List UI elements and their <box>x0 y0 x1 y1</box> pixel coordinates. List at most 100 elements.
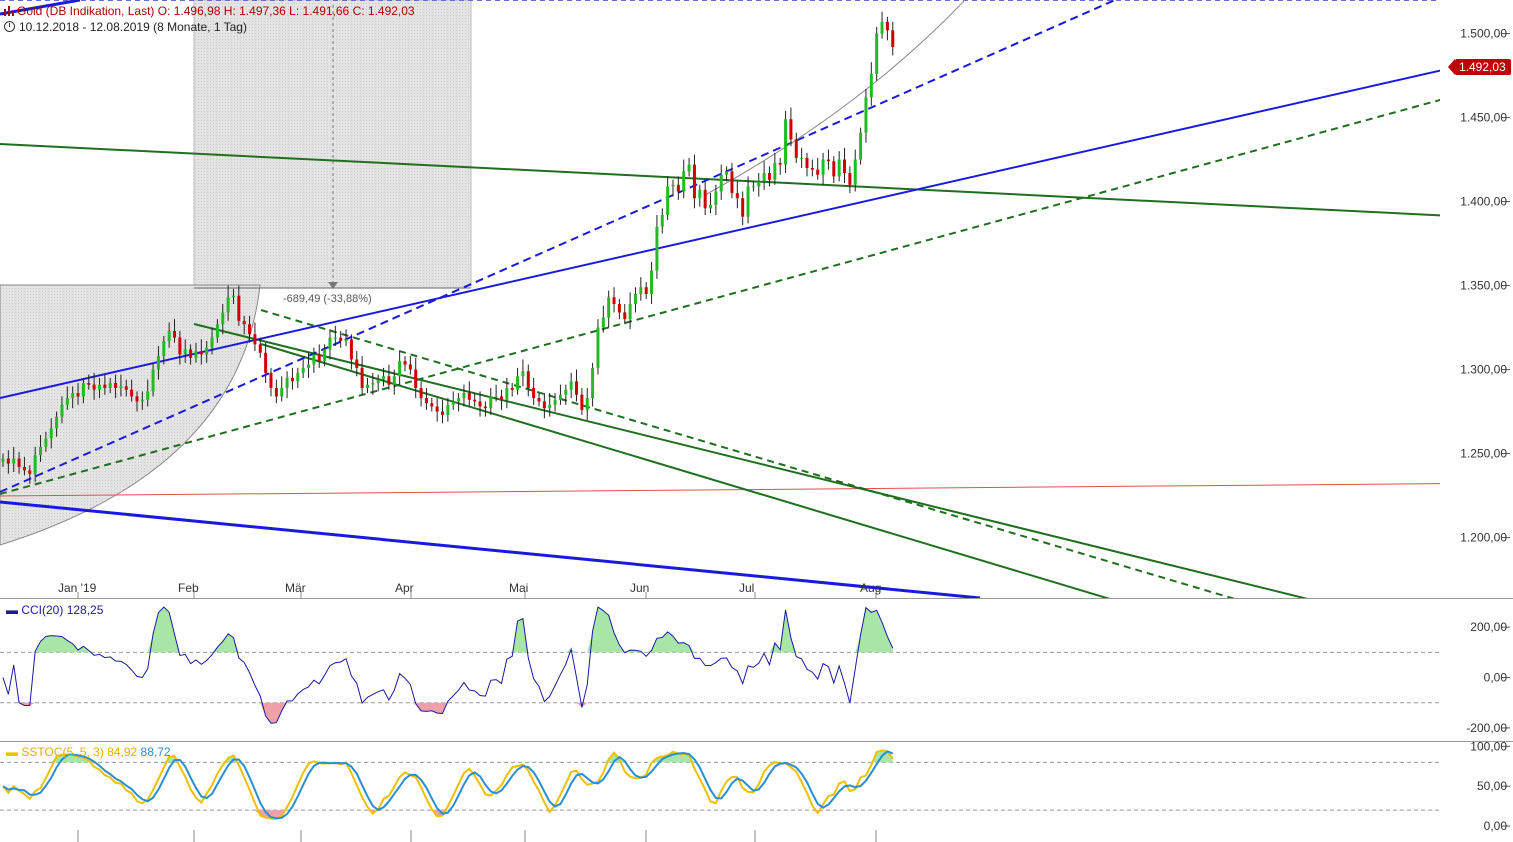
sstoc-panel <box>0 749 1440 820</box>
clock-icon <box>4 21 15 32</box>
time-tick-label: Mai <box>509 581 528 595</box>
candle-body <box>767 173 771 180</box>
sstoc-k-line <box>2 749 894 820</box>
candle-body <box>146 391 150 400</box>
candle-body <box>44 438 48 447</box>
candle-body <box>328 337 332 350</box>
candle-body <box>762 173 766 182</box>
level-red-line <box>0 483 1440 497</box>
candle-body <box>575 381 579 395</box>
candle-body <box>81 382 85 397</box>
candle-body <box>462 393 466 399</box>
candle-body <box>264 352 268 373</box>
candle-body <box>499 396 503 400</box>
candle-body <box>226 297 230 313</box>
candle-body <box>773 162 777 180</box>
candle-body <box>87 382 91 385</box>
candle-body <box>167 330 171 341</box>
candle-body <box>231 295 235 298</box>
candle-body <box>848 173 852 185</box>
candle-body <box>596 327 600 368</box>
candle-body <box>650 270 654 294</box>
date-range[interactable]: 10.12.2018 - 12.08.2019 <box>19 20 150 34</box>
candle-body <box>39 446 43 456</box>
candle-body <box>307 364 311 368</box>
candle-body <box>371 382 375 385</box>
candle-body <box>6 458 10 464</box>
candle-body <box>553 399 557 405</box>
cci-panel <box>0 606 1440 724</box>
sstoc-tick-label: 100,00 <box>1470 739 1507 753</box>
chart-canvas: 1.200,00 1.250,00 1.300,00 1.350,00 1.400,00… <box>0 0 1513 842</box>
candle-body <box>382 376 386 380</box>
candle-body <box>355 359 359 368</box>
candle-body <box>424 398 428 404</box>
sstoc-d-value: 88,72 <box>140 745 171 759</box>
sstoc-name: SSTOC(5, 5, 3) <box>21 745 104 759</box>
candle-body <box>135 396 139 402</box>
candle-body <box>17 458 21 467</box>
candle-body <box>601 317 605 328</box>
candle-body <box>97 384 101 390</box>
candle-body <box>173 330 177 338</box>
candle-body <box>376 379 380 383</box>
time-tick-label: Jul <box>739 581 754 595</box>
candle-body <box>542 401 546 409</box>
candle-body <box>714 191 718 205</box>
candle-body <box>387 376 391 385</box>
candle-body <box>435 406 439 412</box>
ohlc-values: O: 1.496,98 H: 1.497,36 L: 1.491,66 C: 1… <box>157 4 415 18</box>
measure-label: -689,49 (-33,88%) <box>283 293 372 305</box>
cci-legend[interactable]: ▬ CCI(20) 128,25 <box>6 603 103 617</box>
candle-body <box>746 186 750 217</box>
candle-body <box>253 334 257 345</box>
candle-body <box>483 406 487 409</box>
candle-body <box>489 396 493 409</box>
candle-body <box>103 384 107 389</box>
candle-body <box>33 455 37 474</box>
candle-body <box>548 404 552 409</box>
cci-value: 128,25 <box>66 603 104 617</box>
candle-body <box>408 364 412 370</box>
candle-body <box>242 320 246 325</box>
price-tick-label: 1.450,00 <box>1460 111 1507 125</box>
candle-body <box>124 386 128 390</box>
candle-body <box>446 404 450 415</box>
instrument-name[interactable]: Gold (DB Indikation, Last) <box>17 4 154 18</box>
candle-body <box>290 377 294 382</box>
candle-body <box>237 295 241 321</box>
candle-body <box>258 344 262 353</box>
candle-body <box>869 73 873 98</box>
candle-body <box>12 458 16 464</box>
candle-body <box>339 337 343 341</box>
candle-body <box>789 119 793 140</box>
candle-body <box>719 174 723 192</box>
time-tick-label: Feb <box>178 581 199 595</box>
period-label: (8 Monate, 1 Tag) <box>153 20 247 34</box>
candle-body <box>821 159 825 175</box>
candle-body <box>280 388 284 397</box>
candle-body <box>398 361 402 377</box>
price-axis: 1.200,00 1.250,00 1.300,00 1.350,00 1.400,00… <box>1460 27 1510 545</box>
candle-body <box>119 386 123 389</box>
candle-body <box>692 164 696 199</box>
candle-body <box>730 171 734 194</box>
candle-body <box>853 159 857 185</box>
sstoc-tick-label: 50,00 <box>1477 779 1507 793</box>
candle-body <box>751 186 755 188</box>
candle-body <box>183 349 187 355</box>
candle-body <box>859 132 863 160</box>
green-channel-upper <box>193 323 1308 598</box>
candle-body <box>392 376 396 385</box>
candle-body <box>296 372 300 382</box>
candle-body <box>248 324 252 335</box>
candle-body <box>323 349 327 362</box>
candle-body <box>467 393 471 400</box>
candle-body <box>709 204 713 209</box>
candle-body <box>885 21 889 31</box>
time-tick-label: Jun <box>630 581 649 595</box>
sstoc-legend[interactable]: ▬ SSTOC(5, 5, 3) 84,92 88,72 <box>6 745 171 759</box>
candle-body <box>414 369 418 389</box>
candle-body <box>108 382 112 389</box>
candle-body <box>843 159 847 174</box>
